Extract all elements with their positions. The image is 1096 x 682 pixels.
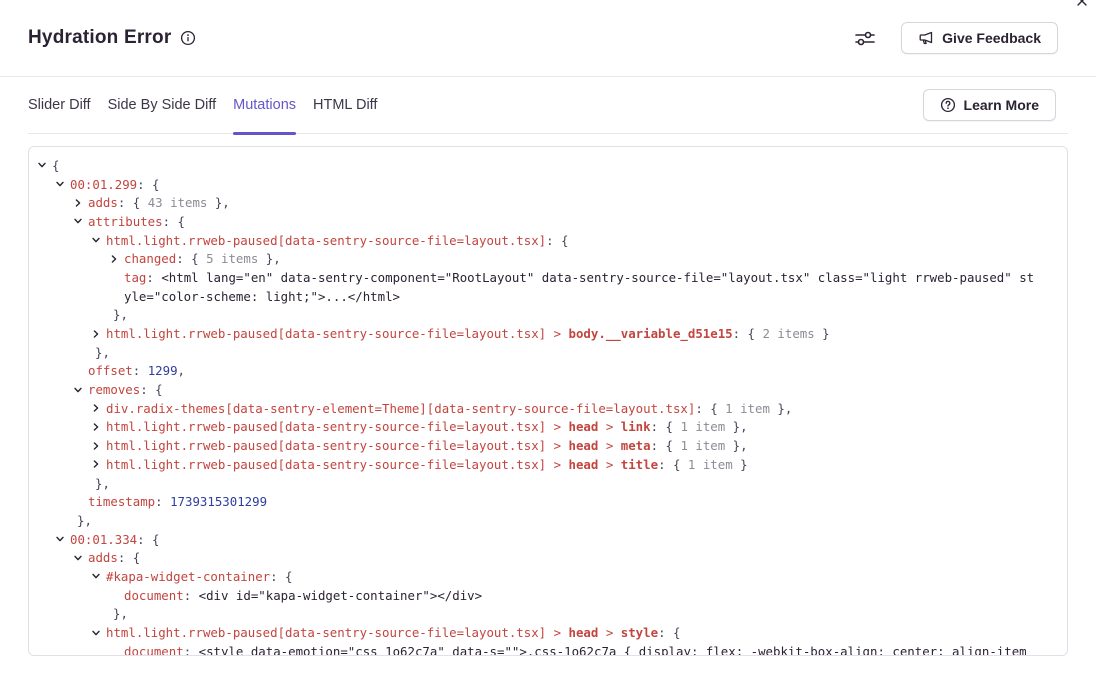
chevron-right-icon[interactable] [91,422,106,432]
json-line: removes: { [37,380,1067,399]
json-line: changed: { 5 items }, [37,249,1067,268]
json-line: timestamp: 1739315301299 [37,492,1067,511]
json-line-text: attributes: { [88,214,185,229]
chevron-right-icon[interactable] [91,403,106,413]
close-icon[interactable] [1076,0,1088,6]
tab-slider-diff[interactable]: Slider Diff [28,77,91,133]
json-line: }, [37,474,1067,493]
json-line: yle="color-scheme: light;">...</html> [37,287,1067,306]
json-line-text: offset: 1299, [88,363,185,378]
chevron-down-icon[interactable] [91,235,106,245]
json-line-text: html.light.rrweb-paused[data-sentry-sour… [106,233,569,248]
json-line-text: }, [77,513,92,528]
json-line-text: document: <div id="kapa-widget-container… [124,588,482,603]
json-line-text: document: <style data-emotion="css 1o62c… [124,644,1027,656]
sliders-icon[interactable] [855,30,876,47]
chevron-right-icon[interactable] [91,441,106,451]
json-line: #kapa-widget-container: { [37,567,1067,586]
json-line: html.light.rrweb-paused[data-sentry-sour… [37,324,1067,343]
chevron-down-icon[interactable] [91,628,106,638]
json-line: offset: 1299, [37,362,1067,381]
learn-more-button[interactable]: Learn More [923,89,1056,121]
json-line-text: html.light.rrweb-paused[data-sentry-sour… [106,326,830,341]
json-line-text: 00:01.299: { [70,177,160,192]
learn-more-label: Learn More [964,97,1039,113]
page-title: Hydration Error [28,27,171,49]
chevron-down-icon[interactable] [37,160,52,170]
json-line-text: div.radix-themes[data-sentry-element=The… [106,401,792,416]
json-line: 00:01.334: { [37,530,1067,549]
json-line: adds: { [37,548,1067,567]
chevron-right-icon[interactable] [109,254,124,264]
json-line: document: <div id="kapa-widget-container… [37,586,1067,605]
json-line-text: #kapa-widget-container: { [106,569,293,584]
info-icon[interactable] [180,30,196,46]
json-line-text: { [52,158,59,173]
json-line-text: }, [95,476,110,491]
json-line-text: removes: { [88,382,163,397]
chevron-down-icon[interactable] [73,385,88,395]
header: Hydration Error Gi [0,0,1096,77]
json-line-text: 00:01.334: { [70,532,160,547]
chevron-down-icon[interactable] [55,179,70,189]
chevron-right-icon[interactable] [91,459,106,469]
json-line-text: }, [95,345,110,360]
give-feedback-label: Give Feedback [942,30,1041,46]
header-actions: Give Feedback [855,22,1058,54]
json-line: document: <style data-emotion="css 1o62c… [37,642,1067,656]
json-line-text: html.light.rrweb-paused[data-sentry-sour… [106,457,748,472]
json-line: }, [37,343,1067,362]
json-line: 00:01.299: { [37,175,1067,194]
json-line: attributes: { [37,212,1067,231]
question-icon [940,97,956,113]
json-line: }, [37,511,1067,530]
chevron-right-icon[interactable] [91,329,106,339]
give-feedback-button[interactable]: Give Feedback [901,22,1058,54]
json-line-text: yle="color-scheme: light;">...</html> [124,289,400,304]
tab-html-diff[interactable]: HTML Diff [313,77,377,133]
json-line: html.light.rrweb-paused[data-sentry-sour… [37,436,1067,455]
json-line: div.radix-themes[data-sentry-element=The… [37,399,1067,418]
chevron-right-icon[interactable] [73,198,88,208]
json-line: html.light.rrweb-paused[data-sentry-sour… [37,418,1067,437]
json-line-text: }, [113,307,128,322]
json-line: adds: { 43 items }, [37,193,1067,212]
chevron-down-icon[interactable] [55,534,70,544]
json-line-text: adds: { 43 items }, [88,195,230,210]
json-line: html.light.rrweb-paused[data-sentry-sour… [37,623,1067,642]
tab-side-by-side-diff[interactable]: Side By Side Diff [108,77,217,133]
json-line: { [37,156,1067,175]
tab-bar: Slider Diff Side By Side Diff Mutations HTM… [28,77,1068,134]
chevron-down-icon[interactable] [91,571,106,581]
tab-mutations[interactable]: Mutations [233,77,296,133]
json-line-text: changed: { 5 items }, [124,251,281,266]
json-line-text: html.light.rrweb-paused[data-sentry-sour… [106,438,748,453]
megaphone-icon [918,30,934,46]
json-line-text: tag: <html lang="en" data-sentry-compone… [124,270,1034,285]
mutations-json-viewer[interactable]: {00:01.299: { adds: { 43 items }, attribut… [28,146,1068,656]
title-wrap: Hydration Error [28,27,196,49]
json-line: html.light.rrweb-paused[data-sentry-sour… [37,231,1067,250]
json-line-text: timestamp: 1739315301299 [88,494,267,509]
json-line: tag: <html lang="en" data-sentry-compone… [37,268,1067,287]
chevron-down-icon[interactable] [73,216,88,226]
json-line-text: }, [113,606,128,621]
json-line-text: adds: { [88,550,140,565]
json-line: }, [37,306,1067,325]
json-line-text: html.light.rrweb-paused[data-sentry-sour… [106,625,680,640]
json-line: html.light.rrweb-paused[data-sentry-sour… [37,455,1067,474]
json-line-text: html.light.rrweb-paused[data-sentry-sour… [106,419,748,434]
json-line: }, [37,605,1067,624]
chevron-down-icon[interactable] [73,553,88,563]
